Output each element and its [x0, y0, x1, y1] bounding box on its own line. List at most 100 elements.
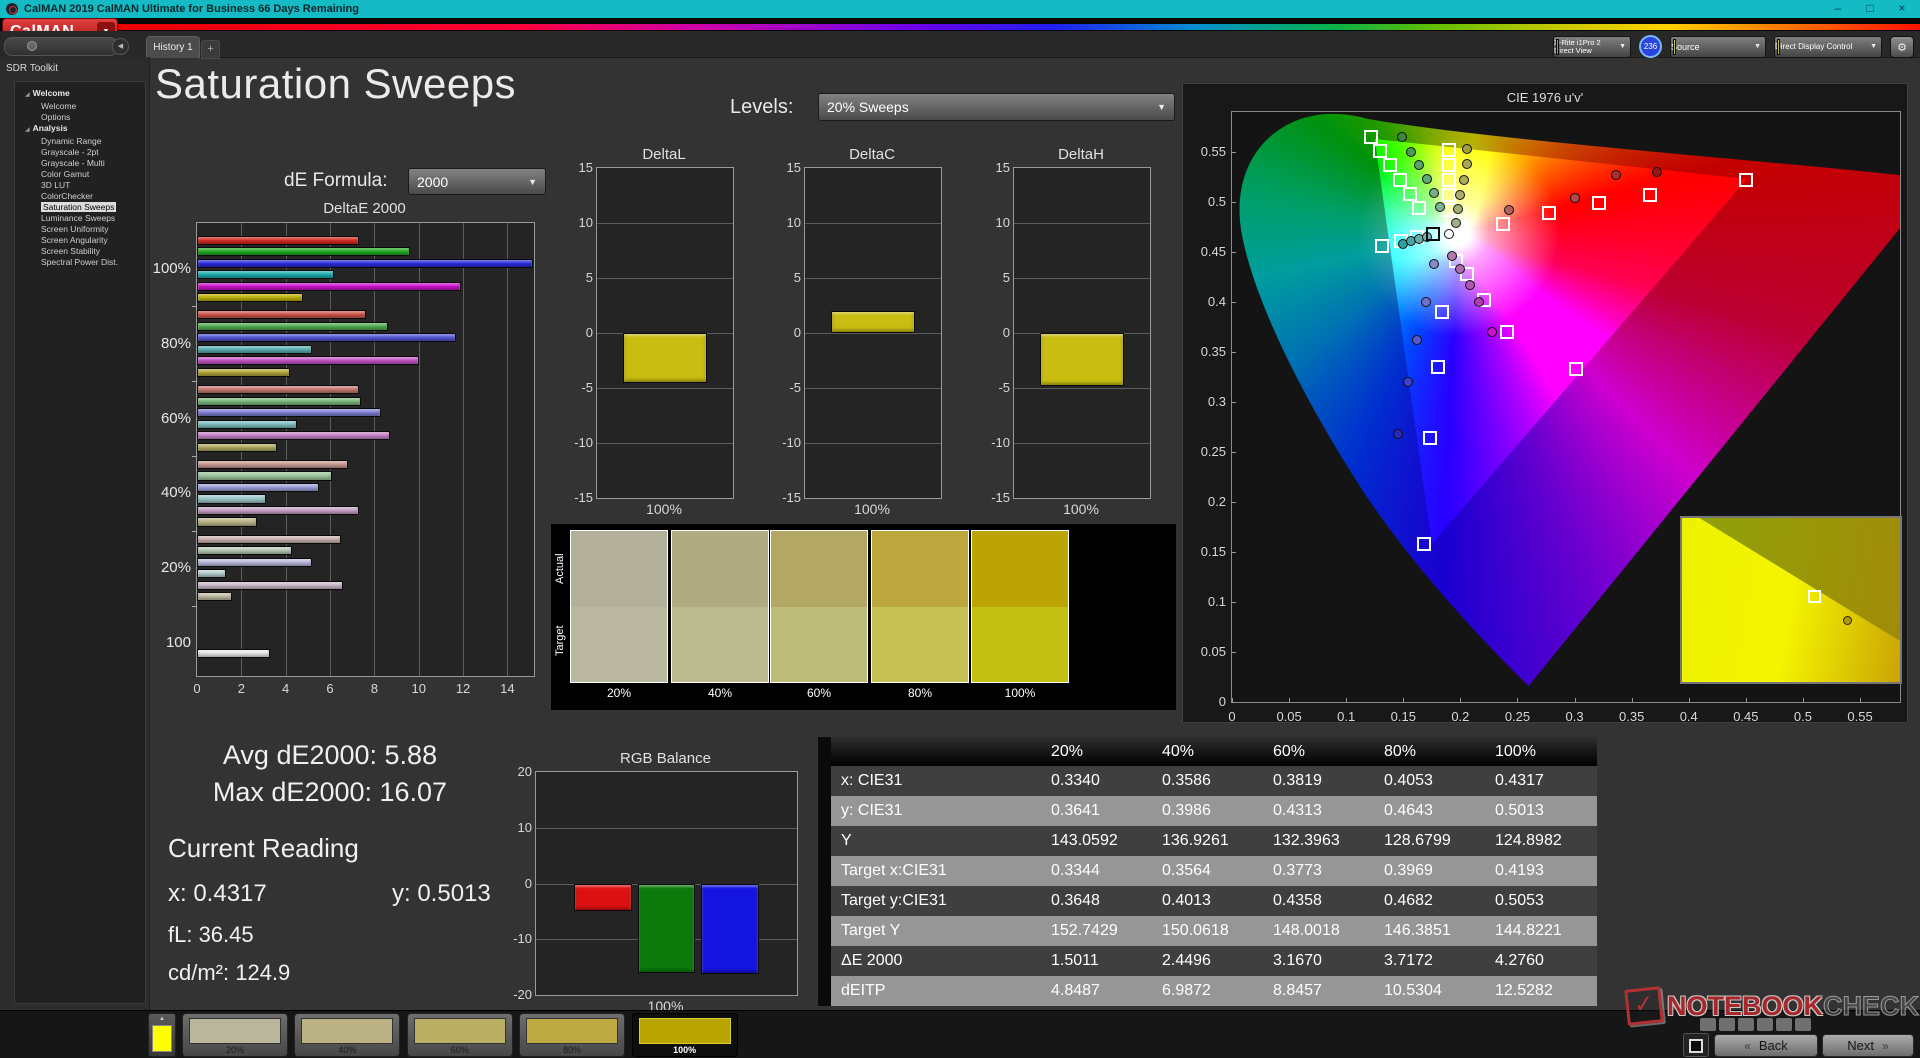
- expander-icon[interactable]: ◢: [25, 127, 30, 133]
- row-value: 0.4193: [1495, 862, 1544, 879]
- x-tick: [1631, 698, 1633, 703]
- sidebar-item-screen-stability[interactable]: Screen Stability: [15, 246, 145, 257]
- thumbnail-20[interactable]: 20%: [182, 1013, 288, 1057]
- thumbnail-swatch: [638, 1018, 731, 1044]
- cie-chart-title: CIE 1976 u'v': [1506, 90, 1584, 105]
- thumbnail-80[interactable]: 80%: [519, 1013, 626, 1057]
- display-control-dropdown[interactable]: Direct Display Control ▼: [1774, 35, 1882, 58]
- current-x: x: 0.4317: [168, 880, 267, 907]
- meter-count-badge[interactable]: 236: [1639, 35, 1662, 58]
- actual-label: Actual: [554, 553, 566, 585]
- close-button[interactable]: ×: [1886, 0, 1918, 18]
- cie-target-marker: [1382, 158, 1397, 172]
- tab-history-1[interactable]: History 1: [146, 36, 200, 58]
- row-value: 0.3648: [1051, 892, 1100, 909]
- chevron-down-icon: ▼: [1157, 102, 1166, 112]
- sidebar-group-welcome[interactable]: ◢ Welcome: [15, 88, 145, 101]
- cie-measured-marker: [1434, 202, 1445, 212]
- layout-pill-button[interactable]: [4, 37, 118, 56]
- row-value: 0.3344: [1051, 862, 1100, 879]
- deltae-bar-yellow: [197, 442, 277, 452]
- x-tick: [1346, 698, 1348, 703]
- stop-button[interactable]: [1683, 1033, 1709, 1057]
- row-label: x: CIE31: [841, 772, 903, 789]
- x-tick: [1574, 698, 1576, 703]
- gridline: [597, 278, 733, 279]
- sidebar-item-grayscale-multi[interactable]: Grayscale - Multi: [15, 158, 145, 169]
- sidebar-item-welcome[interactable]: Welcome: [15, 101, 145, 112]
- cie-measured-marker: [1458, 175, 1469, 185]
- row-label: Target x:CIE31: [841, 862, 947, 879]
- y-tick: [1231, 352, 1236, 353]
- levels-dropdown[interactable]: 20% Sweeps ▼: [818, 93, 1175, 121]
- y-tick-label: 0.3: [1207, 394, 1226, 409]
- expander-icon[interactable]: ◢: [25, 92, 30, 98]
- deltae-bar-magenta: [197, 580, 344, 590]
- cie-measured-marker: [1569, 193, 1580, 203]
- deltae-bar-cyan: [197, 419, 297, 429]
- maximize-button[interactable]: □: [1854, 0, 1886, 18]
- cie-target-marker: [1642, 188, 1657, 202]
- row-value: 136.9261: [1162, 832, 1229, 849]
- y-tick: [1231, 252, 1236, 253]
- source-dropdown[interactable]: Source ▼: [1670, 35, 1766, 58]
- x-tick-label: 0.3: [1565, 709, 1584, 724]
- sidebar-item-dynamic-range[interactable]: Dynamic Range: [15, 136, 145, 147]
- deltae-bar-green: [197, 321, 388, 331]
- cie-target-marker: [1435, 305, 1450, 319]
- thumbnail-100[interactable]: 100%: [631, 1013, 738, 1057]
- sidebar-item-saturation-sweeps[interactable]: Saturation Sweeps: [15, 202, 145, 213]
- meter-dropdown[interactable]: X-Rite i1Pro 2 Direct View ▼: [1553, 35, 1631, 58]
- rainbow-strip: [116, 24, 1920, 30]
- workflow-tree: ◢ Welcome Welcome Options ◢ Analysis Dynamic R…: [14, 81, 146, 1004]
- settings-button[interactable]: ⚙: [1890, 35, 1914, 58]
- thumbnail-label: 100%: [673, 1045, 697, 1055]
- x-tick-label: 0: [193, 681, 201, 696]
- thumbnail-swatch: [301, 1018, 394, 1044]
- cie-target-marker: [1441, 173, 1456, 187]
- sidebar-item-colorchecker[interactable]: ColorChecker: [15, 191, 145, 202]
- deltac-chart-title: DeltaC: [849, 146, 895, 163]
- thumbnail-40[interactable]: 40%: [294, 1013, 401, 1057]
- watermark-check-text: CHECK: [1823, 990, 1920, 1021]
- vbar-red: [574, 883, 632, 912]
- sidebar-group-analysis[interactable]: ◢ Analysis: [15, 123, 145, 136]
- row-value: 144.8221: [1495, 922, 1562, 939]
- cie-inset-measured-marker: [1843, 616, 1853, 626]
- row-value: 0.3773: [1273, 862, 1322, 879]
- pattern-scroll-card[interactable]: ▲: [148, 1013, 176, 1057]
- row-value: 10.5304: [1384, 982, 1442, 999]
- formula-value: 2000: [417, 173, 449, 190]
- sidebar-item-color-gamut[interactable]: Color Gamut: [15, 169, 145, 180]
- sidebar-item-luminance-sweeps[interactable]: Luminance Sweeps: [15, 213, 145, 224]
- deltae-bar-blue: [197, 408, 382, 418]
- table-header-cell: 60%: [1273, 742, 1306, 760]
- row-value: 0.3986: [1162, 802, 1211, 819]
- thumbnail-60[interactable]: 60%: [406, 1013, 513, 1057]
- sidebar-item-screen-uniformity[interactable]: Screen Uniformity: [15, 224, 145, 235]
- y-tick-label: -20: [513, 987, 532, 1002]
- y-tick-label: 15: [578, 160, 593, 175]
- sidebar-item-grayscale-2pt[interactable]: Grayscale - 2pt: [15, 147, 145, 158]
- sidebar-item-spectral-power-dist[interactable]: Spectral Power Dist.: [15, 257, 145, 268]
- swatch-80: [871, 530, 969, 683]
- deltae-bar-magenta: [197, 281, 461, 291]
- formula-dropdown[interactable]: 2000 ▼: [408, 168, 546, 195]
- sidebar-collapse-button[interactable]: ◀: [112, 38, 129, 55]
- next-button[interactable]: Next »: [1822, 1034, 1914, 1057]
- row-value: 0.3564: [1162, 862, 1211, 879]
- back-button[interactable]: « Back: [1714, 1034, 1818, 1057]
- y-tick-label: -15: [991, 490, 1010, 505]
- sidebar-item-screen-angularity[interactable]: Screen Angularity: [15, 235, 145, 246]
- sidebar-item-options[interactable]: Options: [15, 112, 145, 123]
- row-value: 0.3819: [1273, 772, 1322, 789]
- minimize-button[interactable]: –: [1822, 0, 1854, 18]
- row-value: 12.5282: [1495, 982, 1553, 999]
- thumbnail-swatch: [189, 1018, 281, 1044]
- add-tab-button[interactable]: +: [201, 40, 220, 59]
- sidebar-item-3d-lut[interactable]: 3D LUT: [15, 180, 145, 191]
- notebookcheck-logo-icon: ✓: [1624, 986, 1664, 1026]
- x-tick-label: 8: [370, 681, 378, 696]
- y-tick-label: -10: [991, 435, 1010, 450]
- source-status-bar: [1673, 38, 1676, 55]
